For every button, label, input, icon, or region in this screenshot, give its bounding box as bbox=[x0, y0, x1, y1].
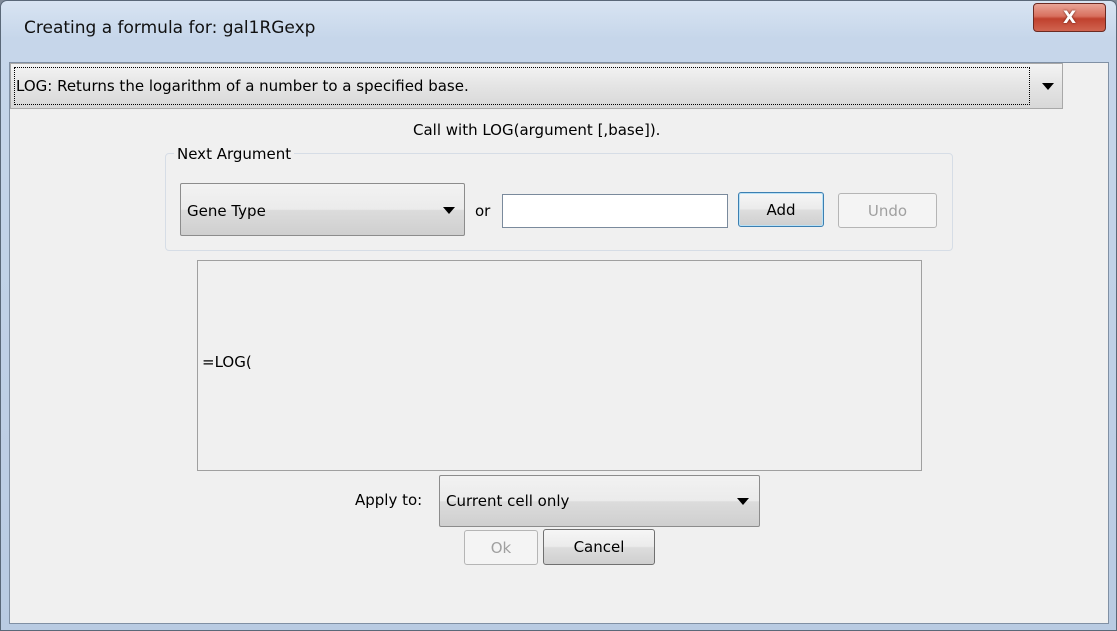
title-bar[interactable]: Creating a formula for: gal1RGexp X bbox=[1, 1, 1116, 61]
apply-to-label: Apply to: bbox=[355, 491, 423, 509]
column-select[interactable]: Gene Type bbox=[180, 183, 465, 236]
apply-to-select[interactable]: Current cell only bbox=[439, 475, 760, 527]
chevron-down-icon bbox=[1042, 83, 1054, 90]
chevron-down-icon bbox=[443, 207, 455, 214]
ok-button[interactable]: Ok bbox=[464, 530, 538, 565]
call-syntax-hint: Call with LOG(argument [,base]). bbox=[413, 121, 661, 139]
apply-to-value: Current cell only bbox=[446, 492, 570, 510]
window-title: Creating a formula for: gal1RGexp bbox=[24, 18, 316, 38]
or-label: or bbox=[475, 202, 491, 220]
function-select[interactable]: LOG: Returns the logarithm of a number t… bbox=[10, 63, 1063, 109]
chevron-down-icon bbox=[737, 498, 749, 505]
argument-value-input[interactable] bbox=[502, 194, 728, 228]
function-select-value: LOG: Returns the logarithm of a number t… bbox=[16, 77, 469, 95]
function-select-dropdown[interactable] bbox=[1030, 64, 1062, 108]
column-select-value: Gene Type bbox=[187, 202, 266, 220]
close-button[interactable]: X bbox=[1033, 3, 1106, 32]
close-icon: X bbox=[1062, 7, 1077, 28]
cancel-button[interactable]: Cancel bbox=[543, 529, 655, 565]
undo-button[interactable]: Undo bbox=[838, 193, 937, 228]
next-argument-legend: Next Argument bbox=[174, 145, 295, 163]
add-button[interactable]: Add bbox=[738, 192, 824, 227]
formula-editor[interactable]: =LOG( bbox=[197, 260, 922, 471]
formula-text: =LOG( bbox=[202, 353, 252, 371]
